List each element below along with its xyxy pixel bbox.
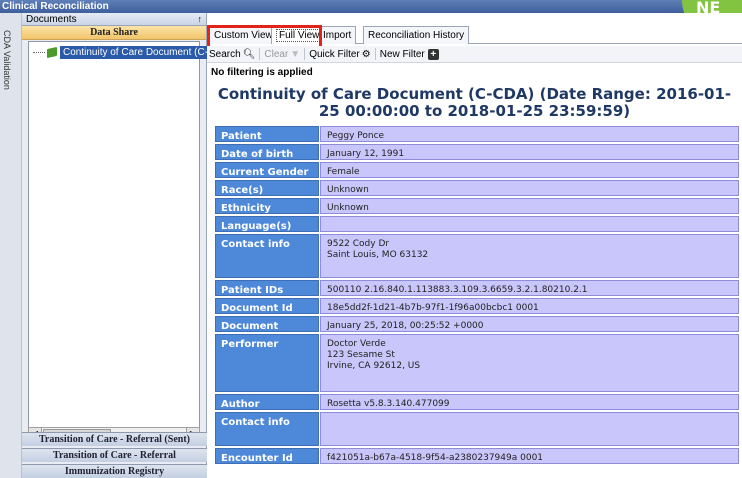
new-filter-label: New Filter (379, 48, 425, 60)
detail-row: Contact info 9522 Cody Dr Saint Louis, MO… (215, 234, 739, 278)
detail-row: Contact info (215, 412, 739, 446)
detail-value: Rosetta v5.8.3.140.477099 (320, 394, 739, 410)
document-tree[interactable]: Continuity of Care Document (C-CDA (28, 41, 233, 433)
detail-value: Doctor Verde 123 Sesame St Irvine, CA 92… (320, 334, 739, 392)
detail-row: Document Created:January 25, 2018, 00:25… (215, 316, 739, 343)
search-button[interactable]: Search 🔍︎ (209, 49, 255, 60)
detail-label: Document Id (215, 298, 319, 314)
window-title: Clinical Reconciliation (0, 0, 742, 13)
detail-row: Patient Peggy Ponce (215, 126, 739, 142)
detail-value (320, 412, 739, 446)
detail-label: Language(s) (215, 216, 319, 232)
clear-button[interactable]: Clear ▼ (264, 49, 300, 60)
search-icon: 🔍︎ (242, 48, 256, 60)
detail-label: Current Gender (215, 162, 319, 178)
tree-connector (33, 52, 45, 53)
detail-row: Current Gender Female (215, 162, 739, 178)
detail-value: 500110 2.16.840.1.113883.3.109.3.6659.3.… (320, 280, 739, 296)
nav-transition-referral[interactable]: Transition of Care - Referral (22, 448, 207, 462)
documents-panel: Documents ↑ Data Share Continuity of Car… (22, 13, 233, 478)
tab-reconciliation-history-label: Reconciliation History (368, 30, 465, 41)
document-icon (47, 46, 57, 59)
tree-item-ccda[interactable]: Continuity of Care Document (C-CDA (33, 46, 233, 59)
document-view: Continuity of Care Document (C-CDA) (Dat… (207, 81, 742, 478)
detail-label: Contact info (215, 234, 319, 278)
quick-filter-label: Quick Filter (309, 48, 360, 60)
data-share-section[interactable]: Data Share (22, 26, 206, 40)
gear-icon: ⚙ (361, 48, 371, 60)
detail-row: Patient IDs 500110 2.16.840.1.113883.3.10… (215, 280, 739, 296)
main-content-area: Custom View Full View Import Reconciliat… (207, 13, 742, 478)
plus-icon: + (427, 48, 439, 60)
tab-reconciliation-history[interactable]: Reconciliation History (363, 26, 470, 44)
detail-row: Author Rosetta v5.8.3.140.477099 (215, 394, 739, 410)
toolbar-divider (374, 48, 376, 60)
detail-label: Encounter Id (215, 448, 319, 464)
quick-filter-button[interactable]: Quick Filter ⚙ (309, 49, 371, 60)
detail-value: 18e5dd2f-1d21-4b7b-97f1-1f96a00bcbc1 000… (320, 298, 739, 314)
detail-row: Language(s) (215, 216, 739, 232)
detail-label: Date of birth (215, 144, 319, 160)
detail-value: f421051a-b67a-4518-9f54-a2380237949a 000… (320, 448, 739, 464)
search-button-label: Search (209, 48, 241, 60)
detail-value: Peggy Ponce (320, 126, 739, 142)
detail-row: Performer Doctor Verde 123 Sesame St Irvi… (215, 334, 739, 392)
detail-label: Race(s) (215, 180, 319, 196)
documents-panel-title: Documents (26, 14, 77, 25)
detail-label: Patient (215, 126, 319, 142)
filter-status: No filtering is applied (211, 67, 313, 78)
detail-value (320, 216, 739, 232)
funnel-icon: ▼ (290, 48, 301, 60)
detail-value: Unknown (320, 198, 739, 214)
detail-row: Date of birth January 12, 1991 (215, 144, 739, 160)
documents-panel-header: Documents ↑ (22, 13, 206, 26)
detail-row: Encounter Id f421051a-b67a-4518-9f54-a238… (215, 448, 739, 464)
toolbar-divider (304, 48, 306, 60)
detail-label: Document Created: (215, 316, 319, 343)
document-title-line2: 25 00:00:00 to 2018-01-25 23:59:59) (318, 102, 631, 120)
detail-row: Race(s) Unknown (215, 180, 739, 196)
nav-transition-referral-sent[interactable]: Transition of Care - Referral (Sent) (22, 432, 207, 446)
toolbar-divider (259, 48, 261, 60)
pin-icon[interactable]: ↑ (198, 13, 203, 26)
detail-label: Contact info (215, 412, 319, 446)
filter-toolbar: Search 🔍︎ Clear ▼ Quick Filter ⚙ New Fil… (207, 46, 742, 63)
detail-value: January 25, 2018, 00:25:52 +0000 (320, 316, 739, 332)
tab-import-label: Import (323, 30, 352, 41)
detail-label: Performer (215, 334, 319, 392)
detail-row: Document Id 18e5dd2f-1d21-4b7b-97f1-1f96a… (215, 298, 739, 314)
cda-validation-tab[interactable]: CDA Validation (0, 13, 22, 478)
detail-label: Author (215, 394, 319, 410)
document-title-line1: Continuity of Care Document (C-CDA) (Dat… (217, 85, 732, 103)
detail-label: Ethnicity (215, 198, 319, 214)
tab-import[interactable]: Import (320, 26, 357, 44)
new-filter-button[interactable]: New Filter + (379, 48, 439, 60)
document-title: Continuity of Care Document (C-CDA) (Dat… (207, 86, 742, 120)
clear-button-label: Clear (264, 48, 289, 60)
detail-value: January 12, 1991 (320, 144, 739, 160)
detail-row: Ethnicity Unknown (215, 198, 739, 214)
nav-immunization-registry[interactable]: Immunization Registry (22, 464, 207, 478)
cda-validation-tab-label: CDA Validation (2, 30, 12, 90)
detail-value: 9522 Cody Dr Saint Louis, MO 63132 (320, 234, 739, 278)
detail-label: Patient IDs (215, 280, 319, 296)
detail-value: Female (320, 162, 739, 178)
detail-value: Unknown (320, 180, 739, 196)
